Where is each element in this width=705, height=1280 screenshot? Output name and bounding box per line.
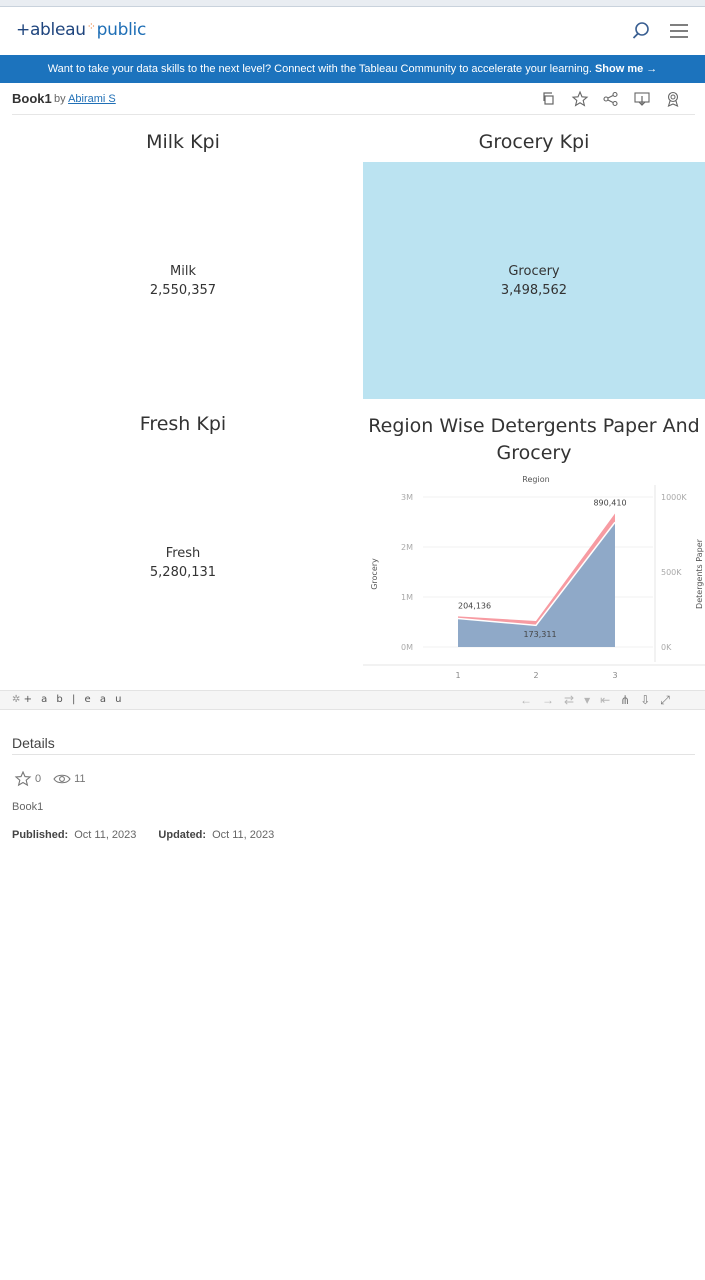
browser-top-strip [0,0,705,7]
milk-kpi-label: Milk [170,264,196,279]
banner-show-me-link[interactable]: Show me → [595,63,657,75]
grocery-kpi[interactable]: Grocery 3,498,562 [363,262,705,300]
undo-icon[interactable]: ← [520,693,532,708]
published-label: Published: [12,829,69,841]
author-link[interactable]: Abirami S [68,93,116,105]
download-icon[interactable] [633,90,651,108]
region-area-chart[interactable]: 0M 1M 2M 3M 0K 500K 1000K Region Grocery Detergen… [363,470,705,690]
fullscreen-icon[interactable]: ⤢ [660,693,670,708]
milk-kpi-title: Milk Kpi [146,131,220,153]
viz-toolbar: ✲ + a b | e a u ← → ⇄ ▾ ⇤ ⋔ ⇩ ⤢ [0,690,705,710]
fresh-kpi-title: Fresh Kpi [139,413,227,435]
favorites-star-icon[interactable] [14,770,32,787]
divider [12,114,695,115]
y-tick-label: 2M [401,543,413,552]
y-tick-label: 0M [401,643,413,652]
views-count: 11 [74,773,86,785]
toolbar-download-icon[interactable]: ⇩ [640,693,650,708]
workbook-byline: by Abirami S [54,93,116,105]
site-header: +ableau⁘public [0,8,705,54]
x-tick-label: 3 [612,671,617,680]
workbook-bar: Book1 by Abirami S [0,85,705,113]
y-tick-label: 1M [401,593,413,602]
copy-icon[interactable] [540,90,558,108]
search-icon[interactable] [630,20,652,42]
workbook-title: Book1 [12,91,52,106]
divider [12,754,695,755]
data-label: 173,311 [523,630,556,639]
favorites-count: 0 [35,773,42,785]
banner-text: Want to take your data skills to the nex… [47,63,592,75]
tableau-public-logo[interactable]: +ableau⁘public [16,20,146,40]
x-tick-label: 2 [533,671,538,680]
revert-icon[interactable]: ⇄ [564,693,574,708]
details-heading: Details [12,735,55,751]
grocery-kpi-value: 3,498,562 [500,283,568,298]
workbook-actions [540,90,682,108]
milk-kpi[interactable]: Milk 2,550,357 [12,262,354,300]
views-eye-icon [53,771,71,787]
favorite-star-icon[interactable] [571,90,589,108]
milk-kpi-value: 2,550,357 [149,283,217,298]
tableau-toolbar-logo[interactable]: ✲ + a b | e a u [12,694,124,705]
workbook-dates: Published: Oct 11, 2023 Updated: Oct 11, 20… [12,829,274,841]
y2-tick-label: 1000K [661,493,687,502]
region-chart-title: Region Wise Detergents Paper And Grocery [368,415,700,464]
workbook-stats: 0 11 [14,770,98,787]
y2-axis-title: Detergents Paper [695,538,704,609]
pause-icon[interactable]: ▾ [584,693,590,708]
toolbar-actions: ← → ⇄ ▾ ⇤ ⋔ ⇩ ⤢ [520,693,670,708]
redo-icon[interactable]: → [542,693,554,708]
y2-tick-label: 500K [661,568,682,577]
updated-label: Updated: [158,829,207,841]
fresh-kpi-value: 5,280,131 [149,565,217,580]
y2-tick-label: 0K [661,643,672,652]
fresh-kpi[interactable]: Fresh 5,280,131 [12,544,354,582]
reset-icon[interactable]: ⇤ [600,693,610,708]
fresh-kpi-label: Fresh [165,546,201,561]
data-label: 890,410 [593,498,626,507]
share-icon[interactable] [602,90,620,108]
y-axis-title: Grocery [370,558,379,590]
updated-value: Oct 11, 2023 [212,829,275,841]
workbook-description: Book1 [12,801,44,813]
data-label: 204,136 [458,601,491,610]
y-tick-label: 3M [401,493,413,502]
x-tick-label: 1 [455,671,460,680]
hamburger-menu-icon[interactable] [668,20,690,42]
toolbar-share-icon[interactable]: ⋔ [620,693,630,708]
grocery-area [458,522,615,647]
community-banner[interactable]: Want to take your data skills to the nex… [0,55,705,83]
badge-icon[interactable] [664,90,682,108]
x-axis-title: Region [522,475,549,484]
grocery-kpi-label: Grocery [508,264,560,279]
published-value: Oct 11, 2023 [74,829,137,841]
grocery-kpi-title: Grocery Kpi [478,131,590,153]
